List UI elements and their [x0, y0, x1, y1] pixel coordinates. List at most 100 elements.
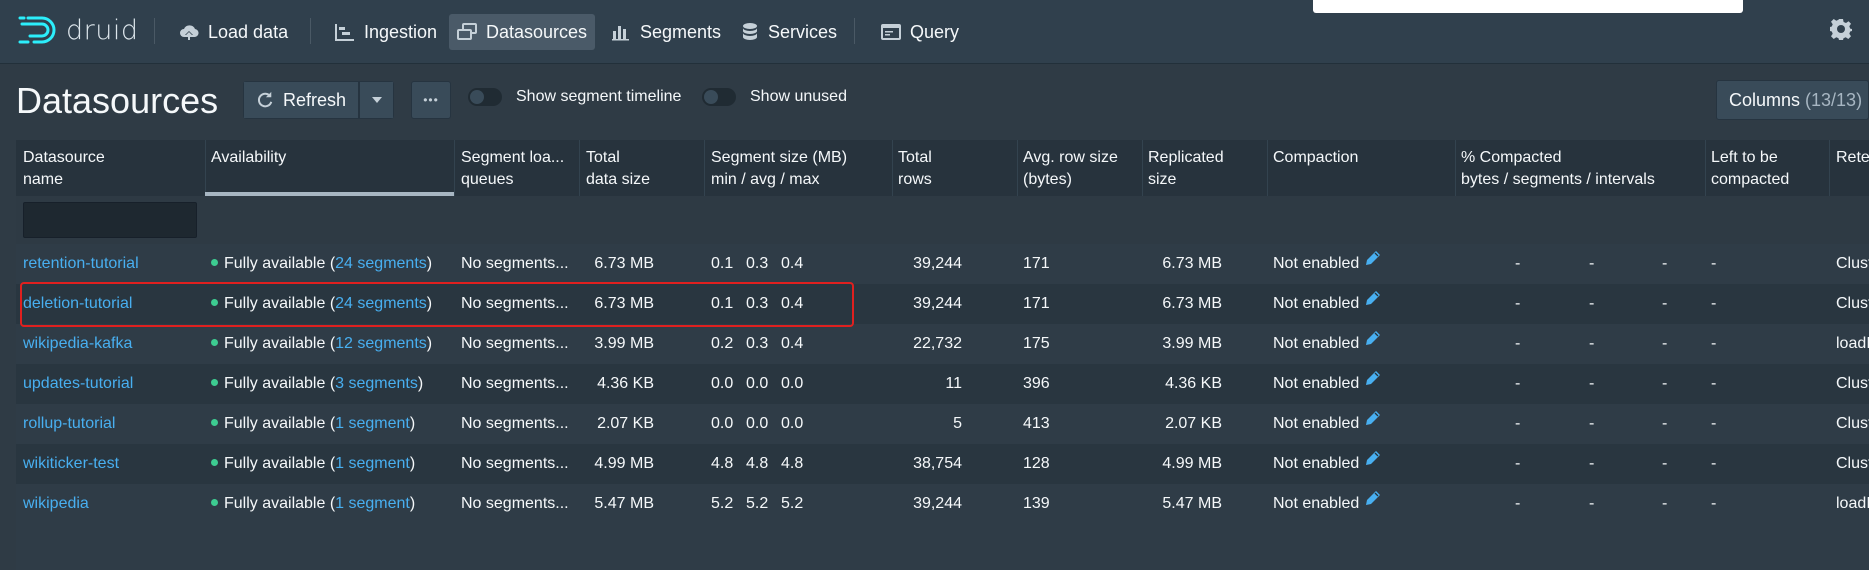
segment-min-cell: 0.2 — [711, 335, 734, 352]
col-header-replicated[interactable]: Replicated size — [1148, 147, 1224, 191]
datasource-name-link[interactable]: rollup-tutorial — [23, 404, 115, 444]
compaction-cell[interactable]: Not enabled — [1273, 444, 1381, 484]
segment-max-cell: 0.0 — [781, 415, 804, 432]
edit-pencil-icon[interactable] — [1365, 442, 1381, 482]
segments-link[interactable]: 12 segments — [335, 335, 427, 352]
left-to-compact-cell: - — [1711, 495, 1717, 512]
column-divider — [1267, 140, 1268, 196]
refresh-button[interactable]: Refresh — [243, 81, 359, 119]
top-navbar: druid Load data Ingestion Datasources Se… — [0, 0, 1869, 64]
status-dot-icon — [211, 499, 218, 507]
column-divider — [1017, 140, 1018, 196]
settings-button[interactable] — [1830, 18, 1852, 45]
compaction-cell[interactable]: Not enabled — [1273, 284, 1381, 324]
pct-bytes-cell: - — [1515, 295, 1521, 312]
edit-pencil-icon[interactable] — [1365, 402, 1381, 442]
compaction-cell[interactable]: Not enabled — [1273, 244, 1381, 284]
datasource-name-link[interactable]: retention-tutorial — [23, 244, 139, 284]
retention-cell[interactable]: Clust — [1836, 284, 1869, 324]
segments-link[interactable]: 1 segment — [335, 415, 410, 432]
table-row[interactable]: wikiticker-test Fully available (1 segmen… — [16, 444, 1869, 484]
availability-text: Fully available ( — [224, 455, 336, 472]
availability-text-end: ) — [426, 255, 433, 272]
segments-link[interactable]: 1 segment — [335, 495, 410, 512]
total-rows-cell: 38,754 — [913, 455, 962, 472]
total-size-cell: 6.73 MB — [594, 255, 654, 272]
datasource-filter-input[interactable] — [23, 202, 197, 238]
datasource-name-link[interactable]: wikipedia-kafka — [23, 324, 132, 364]
queues-cell: No segments... — [461, 455, 569, 472]
columns-count: (13/13) — [1805, 89, 1863, 110]
col-header-name[interactable]: Datasource name — [23, 147, 105, 191]
switch-track[interactable] — [468, 88, 502, 106]
druid-logo[interactable]: druid — [18, 14, 139, 46]
retention-cell[interactable]: Clust — [1836, 244, 1869, 284]
compaction-cell[interactable]: Not enabled — [1273, 364, 1381, 404]
refresh-label: Refresh — [282, 89, 346, 110]
refresh-options-button[interactable] — [359, 81, 394, 119]
edit-pencil-icon[interactable] — [1365, 322, 1381, 362]
retention-cell[interactable]: Clust — [1836, 444, 1869, 484]
col-header-segment-size[interactable]: Segment size (MB) min / avg / max — [711, 147, 847, 191]
nav-load-data[interactable]: Load data — [171, 14, 296, 50]
left-to-compact-cell: - — [1711, 455, 1717, 472]
pct-segments-cell: - — [1589, 255, 1595, 272]
col-header-pct-compacted[interactable]: % Compacted bytes / segments / intervals — [1461, 147, 1655, 191]
pct-segments-cell: - — [1589, 415, 1595, 432]
col-header-total-size[interactable]: Total data size — [586, 147, 650, 191]
datasource-name-link[interactable]: updates-tutorial — [23, 364, 133, 404]
compaction-status: Not enabled — [1273, 255, 1360, 273]
table-row[interactable]: updates-tutorial Fully available (3 segme… — [16, 364, 1869, 404]
segment-timeline-switch[interactable]: Show segment timeline — [468, 88, 681, 106]
pct-segments-cell: - — [1589, 335, 1595, 352]
datasource-name-link[interactable]: wikipedia — [23, 484, 89, 524]
replicated-size-cell: 2.07 KB — [1165, 415, 1222, 432]
edit-pencil-icon[interactable] — [1365, 482, 1381, 522]
queues-cell: No segments... — [461, 375, 569, 392]
columns-button[interactable]: Columns (13/13) — [1716, 80, 1869, 120]
retention-cell[interactable]: Clust — [1836, 364, 1869, 404]
show-unused-switch[interactable]: Show unused — [702, 88, 847, 106]
compaction-cell[interactable]: Not enabled — [1273, 324, 1381, 364]
compaction-cell[interactable]: Not enabled — [1273, 484, 1381, 524]
col-header-compaction[interactable]: Compaction — [1273, 147, 1358, 169]
edit-pencil-icon[interactable] — [1365, 282, 1381, 322]
retention-cell[interactable]: loadI — [1836, 484, 1869, 524]
nav-query[interactable]: Query — [873, 14, 967, 50]
segments-link[interactable]: 24 segments — [335, 255, 427, 272]
druid-logo-icon — [18, 16, 56, 44]
nav-services[interactable]: Services — [733, 14, 845, 50]
datasource-name-link[interactable]: wikiticker-test — [23, 444, 119, 484]
nav-datasources[interactable]: Datasources — [449, 14, 596, 50]
replicated-size-cell: 4.99 MB — [1162, 455, 1222, 472]
retention-cell[interactable]: loadI — [1836, 324, 1869, 364]
nav-segments[interactable]: Segments — [603, 14, 729, 50]
table-header: Datasource name Availability Segment loa.… — [16, 140, 1869, 196]
nav-ingestion[interactable]: Ingestion — [327, 14, 445, 50]
compaction-cell[interactable]: Not enabled — [1273, 404, 1381, 444]
switch-track[interactable] — [702, 88, 736, 106]
col-header-retention[interactable]: Rete — [1836, 147, 1869, 169]
segment-max-cell: 0.4 — [781, 335, 804, 352]
col-header-total-rows[interactable]: Total rows — [898, 147, 932, 191]
table-row[interactable]: rollup-tutorial Fully available (1 segmen… — [16, 404, 1869, 444]
column-divider — [1829, 140, 1830, 196]
table-row[interactable]: wikipedia Fully available (1 segment) No s… — [16, 484, 1869, 524]
avg-row-size-cell: 139 — [1023, 495, 1050, 512]
col-header-left[interactable]: Left to be compacted — [1711, 147, 1789, 191]
col-header-availability[interactable]: Availability — [211, 147, 286, 169]
table-row[interactable]: retention-tutorial Fully available (24 se… — [16, 244, 1869, 284]
col-header-avg-row[interactable]: Avg. row size (bytes) — [1023, 147, 1118, 191]
more-actions-button[interactable]: ••• — [411, 81, 451, 119]
queues-cell: No segments... — [461, 415, 569, 432]
availability-cell: Fully available (1 segment) — [211, 484, 415, 524]
col-header-queues[interactable]: Segment loa... queues — [461, 147, 564, 191]
segments-link[interactable]: 3 segments — [335, 375, 418, 392]
edit-pencil-icon[interactable] — [1365, 242, 1381, 282]
retention-cell[interactable]: Clust — [1836, 404, 1869, 444]
table-row[interactable]: wikipedia-kafka Fully available (12 segme… — [16, 324, 1869, 364]
segments-link[interactable]: 1 segment — [335, 455, 410, 472]
edit-pencil-icon[interactable] — [1365, 362, 1381, 402]
replicated-size-cell: 5.47 MB — [1162, 495, 1222, 512]
segment-min-cell: 0.0 — [711, 415, 734, 432]
